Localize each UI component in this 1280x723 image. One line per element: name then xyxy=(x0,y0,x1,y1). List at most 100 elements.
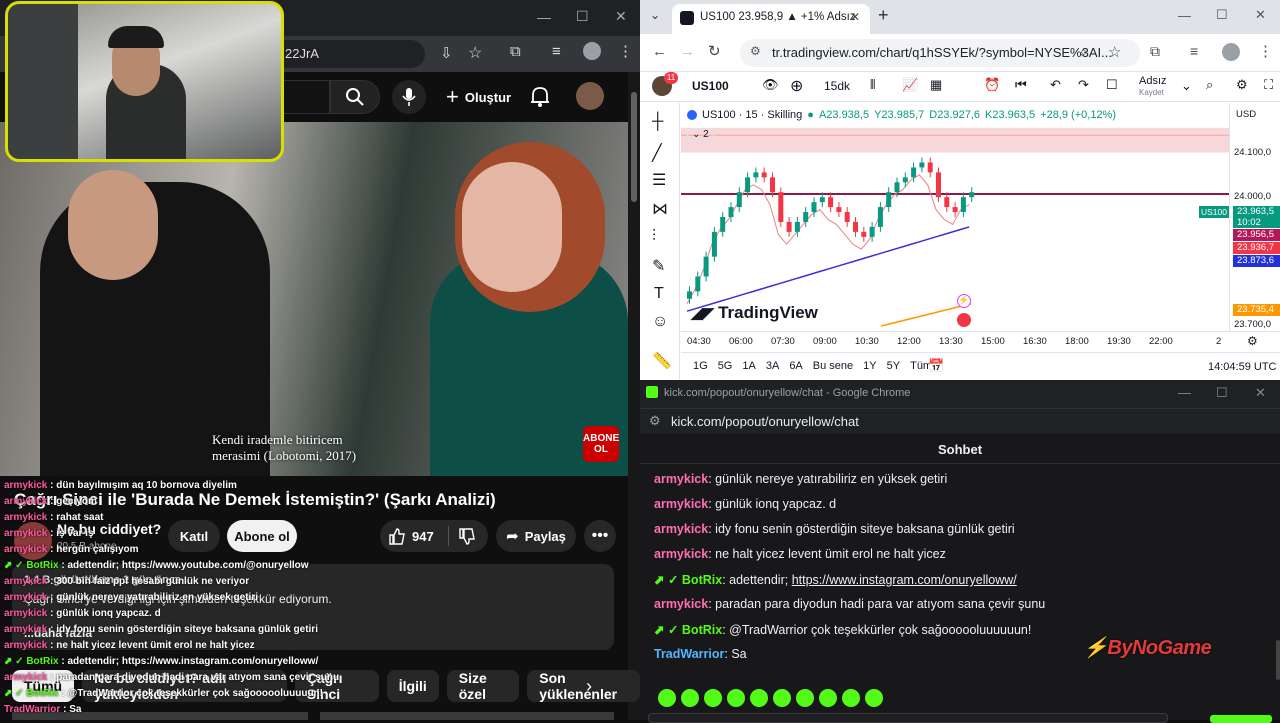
range-button[interactable]: 5G xyxy=(718,360,733,372)
pattern-icon[interactable]: ⋈ xyxy=(652,199,668,219)
range-button[interactable]: 1A xyxy=(742,360,755,372)
chat-send-button[interactable] xyxy=(1210,715,1272,723)
undo-icon[interactable]: ↶ xyxy=(1050,77,1061,93)
emote-10[interactable] xyxy=(865,689,883,707)
tv-profile-avatar[interactable] xyxy=(1222,43,1240,61)
emote-3[interactable] xyxy=(704,689,722,707)
chips-next-icon[interactable]: › xyxy=(586,676,592,697)
text-tool-icon[interactable]: T xyxy=(654,285,664,303)
indicators-toggle[interactable]: ⌄ 2 xyxy=(687,128,714,141)
zoom-search-icon[interactable]: ⌕ xyxy=(1080,44,1087,60)
share-button[interactable]: ➦ Paylaş xyxy=(496,520,576,552)
quick-search-icon[interactable]: ⌕ xyxy=(1206,77,1213,93)
kick-message-user[interactable]: armykick xyxy=(654,522,708,536)
thumbnail-2[interactable] xyxy=(320,712,614,720)
time-axis[interactable]: 04:30 06:00 07:30 09:00 10:30 12:00 13:30 15:00… xyxy=(681,331,1280,351)
tv-url-field[interactable]: ⚙ tr.tradingview.com/chart/q1hSSYEk/?sym… xyxy=(740,39,1140,67)
tv-bookmark-icon[interactable]: ☆ xyxy=(1108,43,1121,61)
kick-close-icon[interactable]: ✕ xyxy=(1255,385,1266,401)
layout-name[interactable]: Adsız xyxy=(1139,75,1167,87)
legend-title[interactable]: US100 · 15 · Skilling xyxy=(702,109,802,121)
fullscreen-icon[interactable]: ⛶ xyxy=(1264,77,1273,93)
tv-extensions-icon[interactable]: ⧉ xyxy=(1150,43,1160,60)
date-range-icon[interactable]: 📅 xyxy=(928,358,944,374)
tv-minimize-icon[interactable]: — xyxy=(1178,8,1191,23)
profile-avatar[interactable] xyxy=(583,42,601,60)
range-button[interactable]: Bu sene xyxy=(813,360,853,372)
tab-close-icon[interactable]: ✕ xyxy=(850,10,860,24)
kick-message-user[interactable]: armykick xyxy=(654,547,708,561)
kick-scrollbar[interactable] xyxy=(1276,640,1280,680)
replay-icon[interactable]: ⏮ xyxy=(1015,77,1027,93)
alert-icon[interactable]: ⏰ xyxy=(984,77,1000,93)
templates-icon[interactable]: ▦ xyxy=(930,77,942,93)
more-actions-icon[interactable]: ••• xyxy=(584,520,616,552)
tv-media-icon[interactable]: ≡ xyxy=(1190,43,1198,59)
indicators-icon[interactable]: 📈 xyxy=(902,77,918,93)
bell-icon[interactable] xyxy=(530,86,550,108)
range-button[interactable]: 1G xyxy=(693,360,708,372)
kick-site-info-icon[interactable]: ⚙ xyxy=(649,413,661,429)
ruler-icon[interactable]: 📏 xyxy=(652,351,672,371)
kick-message[interactable]: armykick: paradan para diyodun hadi para… xyxy=(654,597,1045,611)
price-scale[interactable]: USD 24.100,0 24.000,0 23.700,0 23.963,5 … xyxy=(1229,103,1280,331)
subscribe-watermark[interactable]: ABONE OL xyxy=(583,426,619,462)
range-button[interactable]: 3A xyxy=(766,360,779,372)
kick-url-text[interactable]: kick.com/popout/onuryellow/chat xyxy=(671,414,859,429)
measure-icon[interactable]: ⫶ xyxy=(652,228,656,246)
kick-message-user[interactable]: armykick xyxy=(654,472,708,486)
back-icon[interactable]: ← xyxy=(652,43,667,60)
redo-icon[interactable]: ↷ xyxy=(1078,77,1089,93)
symbol-search[interactable]: US100 xyxy=(692,79,729,93)
brush-icon[interactable]: ✎ xyxy=(652,256,665,276)
kick-message-user[interactable]: armykick xyxy=(654,597,708,611)
emote-8[interactable] xyxy=(819,689,837,707)
create-button[interactable]: + Oluştur xyxy=(438,80,519,114)
emoji-icon[interactable]: ☺ xyxy=(652,313,668,331)
emote-9[interactable] xyxy=(842,689,860,707)
interval-button[interactable]: 15dk xyxy=(824,79,850,93)
new-tab-icon[interactable]: + xyxy=(878,5,889,26)
emote-6[interactable] xyxy=(773,689,791,707)
emote-2[interactable] xyxy=(681,689,699,707)
tab-tradingview[interactable]: US100 23.958,9 ▲ +1% Adsız ✕ xyxy=(672,4,870,34)
chat-input[interactable] xyxy=(648,713,1168,723)
reload-icon[interactable]: ↻ xyxy=(708,42,721,60)
layout-dropdown-icon[interactable]: ⌄ xyxy=(1181,78,1192,94)
close-icon[interactable]: ✕ xyxy=(615,8,627,25)
site-info-icon[interactable]: ⚙ xyxy=(750,44,761,58)
tv-close-icon[interactable]: ✕ xyxy=(1255,7,1266,23)
range-button[interactable]: 1Y xyxy=(863,360,876,372)
thumbs-up-icon[interactable] xyxy=(388,527,406,545)
kick-message[interactable]: TradWarrior: Sa xyxy=(654,647,747,661)
kick-message[interactable]: armykick: günlük nereye yatırabiliriz en… xyxy=(654,472,947,486)
crosshair-icon[interactable]: ┼ xyxy=(652,113,663,131)
kick-message-user[interactable]: TradWarrior xyxy=(654,647,724,661)
emote-7[interactable] xyxy=(796,689,814,707)
page-scrollbar[interactable] xyxy=(628,72,640,720)
currency-label[interactable]: USD xyxy=(1236,109,1256,120)
kick-message-user[interactable]: BotRix xyxy=(682,623,722,637)
kick-message[interactable]: ⬈ ✓ BotRix: adettendir; https://www.inst… xyxy=(654,572,1017,587)
emote-4[interactable] xyxy=(727,689,745,707)
chart-pane[interactable]: US100 · 15 · Skilling ● A23.938,5 Y23.98… xyxy=(681,103,1229,331)
compare-add-icon[interactable]: ⊕ xyxy=(790,76,803,96)
tv-menu-icon[interactable]: ⋮ xyxy=(1258,42,1273,60)
range-button[interactable]: 5Y xyxy=(887,360,900,372)
search-button[interactable] xyxy=(330,80,380,114)
thumbs-down-icon[interactable] xyxy=(458,528,476,546)
kick-minimize-icon[interactable]: — xyxy=(1178,385,1191,400)
event-bolt-icon[interactable]: ⚡ xyxy=(957,294,971,308)
emote-5[interactable] xyxy=(750,689,768,707)
axis-settings-icon[interactable]: ⚙ xyxy=(1247,334,1258,348)
voice-search-button[interactable] xyxy=(392,80,426,114)
kick-message-user[interactable]: armykick xyxy=(654,497,708,511)
tab-search-icon[interactable]: ⌄ xyxy=(650,8,660,22)
layout-icon[interactable]: ☐ xyxy=(1106,77,1118,93)
minimize-icon[interactable]: — xyxy=(537,9,551,25)
user-avatar[interactable] xyxy=(576,82,604,110)
event-flag-icon[interactable] xyxy=(957,313,971,327)
chip-related[interactable]: İlgili xyxy=(386,670,439,702)
extensions-icon[interactable]: ⧉ xyxy=(510,43,521,60)
chip-recent[interactable]: Son yüklenenler xyxy=(527,670,640,702)
